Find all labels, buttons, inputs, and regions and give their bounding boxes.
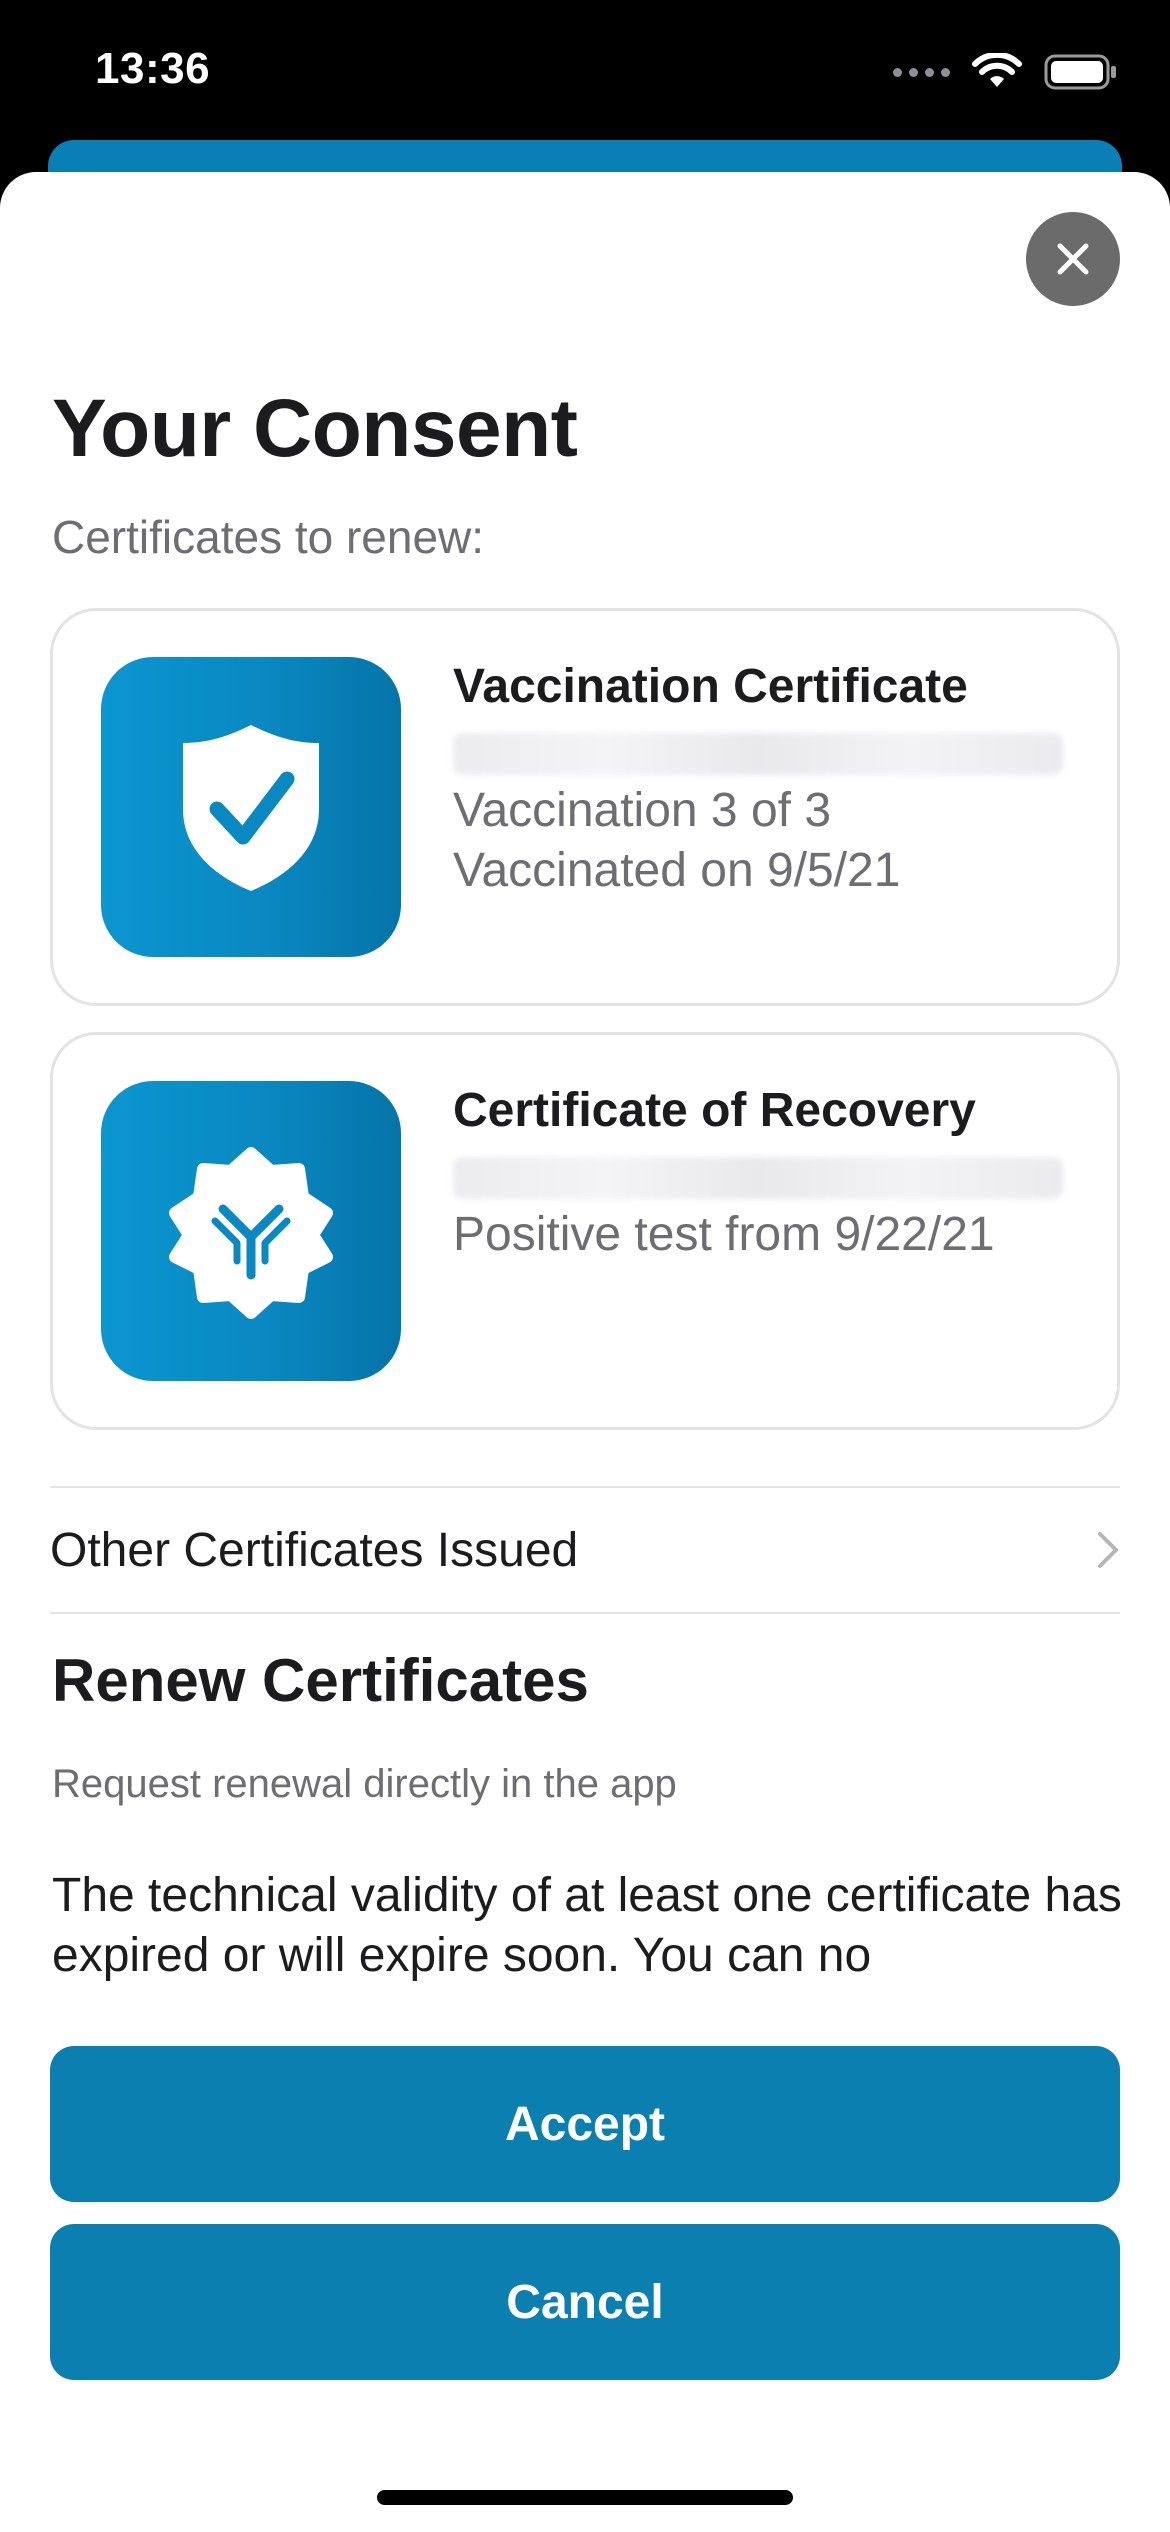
renew-description: The technical validity of at least one c…: [52, 1869, 1122, 1982]
close-icon: [1057, 243, 1089, 275]
page-title: Your Consent: [52, 383, 578, 474]
redacted-holder-name: [453, 1157, 1063, 1199]
battery-icon: [1044, 54, 1116, 90]
certificate-card-vaccination[interactable]: Vaccination Certificate Vaccination 3 of…: [50, 608, 1120, 1006]
app-screen: 13:36 Your Consent Certificates to renew…: [0, 0, 1170, 2532]
other-certificates-row[interactable]: Other Certificates Issued: [50, 1488, 1120, 1612]
certificate-title: Certificate of Recovery: [453, 1084, 976, 1137]
cancel-button[interactable]: Cancel: [50, 2224, 1120, 2380]
certificate-date-info: Positive test from 9/22/21: [453, 1208, 995, 1261]
certificate-title: Vaccination Certificate: [453, 660, 968, 713]
page-subtitle: Certificates to renew:: [52, 511, 485, 563]
antibody-icon: [101, 1081, 401, 1381]
other-certificates-label: Other Certificates Issued: [50, 1523, 579, 1577]
divider: [50, 1612, 1120, 1614]
renew-section-subtitle: Request renewal directly in the app: [52, 1762, 677, 1806]
status-time: 13:36: [95, 44, 211, 93]
renew-section-title: Renew Certificates: [52, 1647, 589, 1714]
status-bar: 13:36: [0, 0, 1170, 140]
redacted-holder-name: [453, 733, 1063, 775]
consent-sheet: Your Consent Certificates to renew: Vacc…: [0, 172, 1170, 2532]
home-indicator: [377, 2490, 793, 2505]
status-indicators: [893, 52, 1118, 92]
chevron-right-icon: [1098, 1532, 1118, 1568]
certificate-dose-info: Vaccination 3 of 3: [453, 784, 832, 837]
shield-check-icon: [101, 657, 401, 957]
wifi-icon: [972, 53, 1022, 87]
certificate-details: Vaccination Certificate Vaccination 3 of…: [453, 657, 1093, 901]
certificate-date-info: Vaccinated on 9/5/21: [453, 844, 901, 897]
cellular-signal-icon: [893, 67, 950, 77]
close-button[interactable]: [1026, 212, 1120, 306]
certificate-card-recovery[interactable]: Certificate of Recovery Positive test fr…: [50, 1032, 1120, 1430]
certificate-details: Certificate of Recovery Positive test fr…: [453, 1081, 1093, 1265]
accept-button[interactable]: Accept: [50, 2046, 1120, 2202]
